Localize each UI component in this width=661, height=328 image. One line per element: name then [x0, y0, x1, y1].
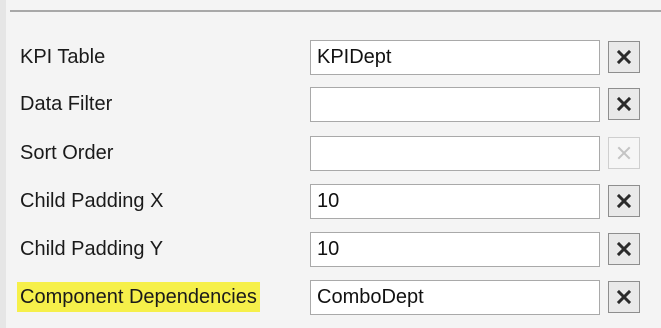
child-padding-y-field[interactable]: 10	[310, 232, 600, 267]
property-row-sort-order: Sort Order	[0, 129, 661, 178]
property-panel: KPI Table KPIDept Data Filter Sort Order…	[0, 0, 661, 328]
sort-order-field[interactable]	[310, 136, 600, 171]
close-x-icon	[616, 49, 632, 65]
property-label-highlighted: Component Dependencies	[17, 282, 260, 312]
property-row-data-filter: Data Filter	[0, 80, 661, 129]
clear-data-filter-button[interactable]	[608, 88, 640, 120]
property-label: Data Filter	[20, 93, 113, 115]
property-label: KPI Table	[20, 46, 106, 68]
section-divider	[10, 10, 661, 12]
data-filter-field[interactable]	[310, 87, 600, 122]
clear-component-dependencies-button[interactable]	[608, 281, 640, 313]
property-label: Sort Order	[20, 142, 114, 164]
property-row-component-dependencies: Component Dependencies ComboDept	[0, 273, 661, 322]
component-dependencies-field[interactable]: ComboDept	[310, 280, 600, 315]
close-x-icon	[616, 193, 632, 209]
clear-sort-order-button[interactable]	[608, 137, 640, 169]
clear-child-padding-y-button[interactable]	[608, 233, 640, 265]
close-x-icon	[616, 241, 632, 257]
property-row-child-padding-x: Child Padding X 10	[0, 177, 661, 226]
property-row-kpi-table: KPI Table KPIDept	[0, 33, 661, 82]
child-padding-x-field[interactable]: 10	[310, 184, 600, 219]
close-x-icon	[617, 146, 631, 160]
clear-kpi-table-button[interactable]	[608, 41, 640, 73]
close-x-icon	[616, 289, 632, 305]
clear-child-padding-x-button[interactable]	[608, 185, 640, 217]
kpi-table-field[interactable]: KPIDept	[310, 40, 600, 75]
property-label: Child Padding X	[20, 190, 164, 212]
close-x-icon	[616, 96, 632, 112]
property-label: Child Padding Y	[20, 238, 164, 260]
property-row-child-padding-y: Child Padding Y 10	[0, 225, 661, 274]
